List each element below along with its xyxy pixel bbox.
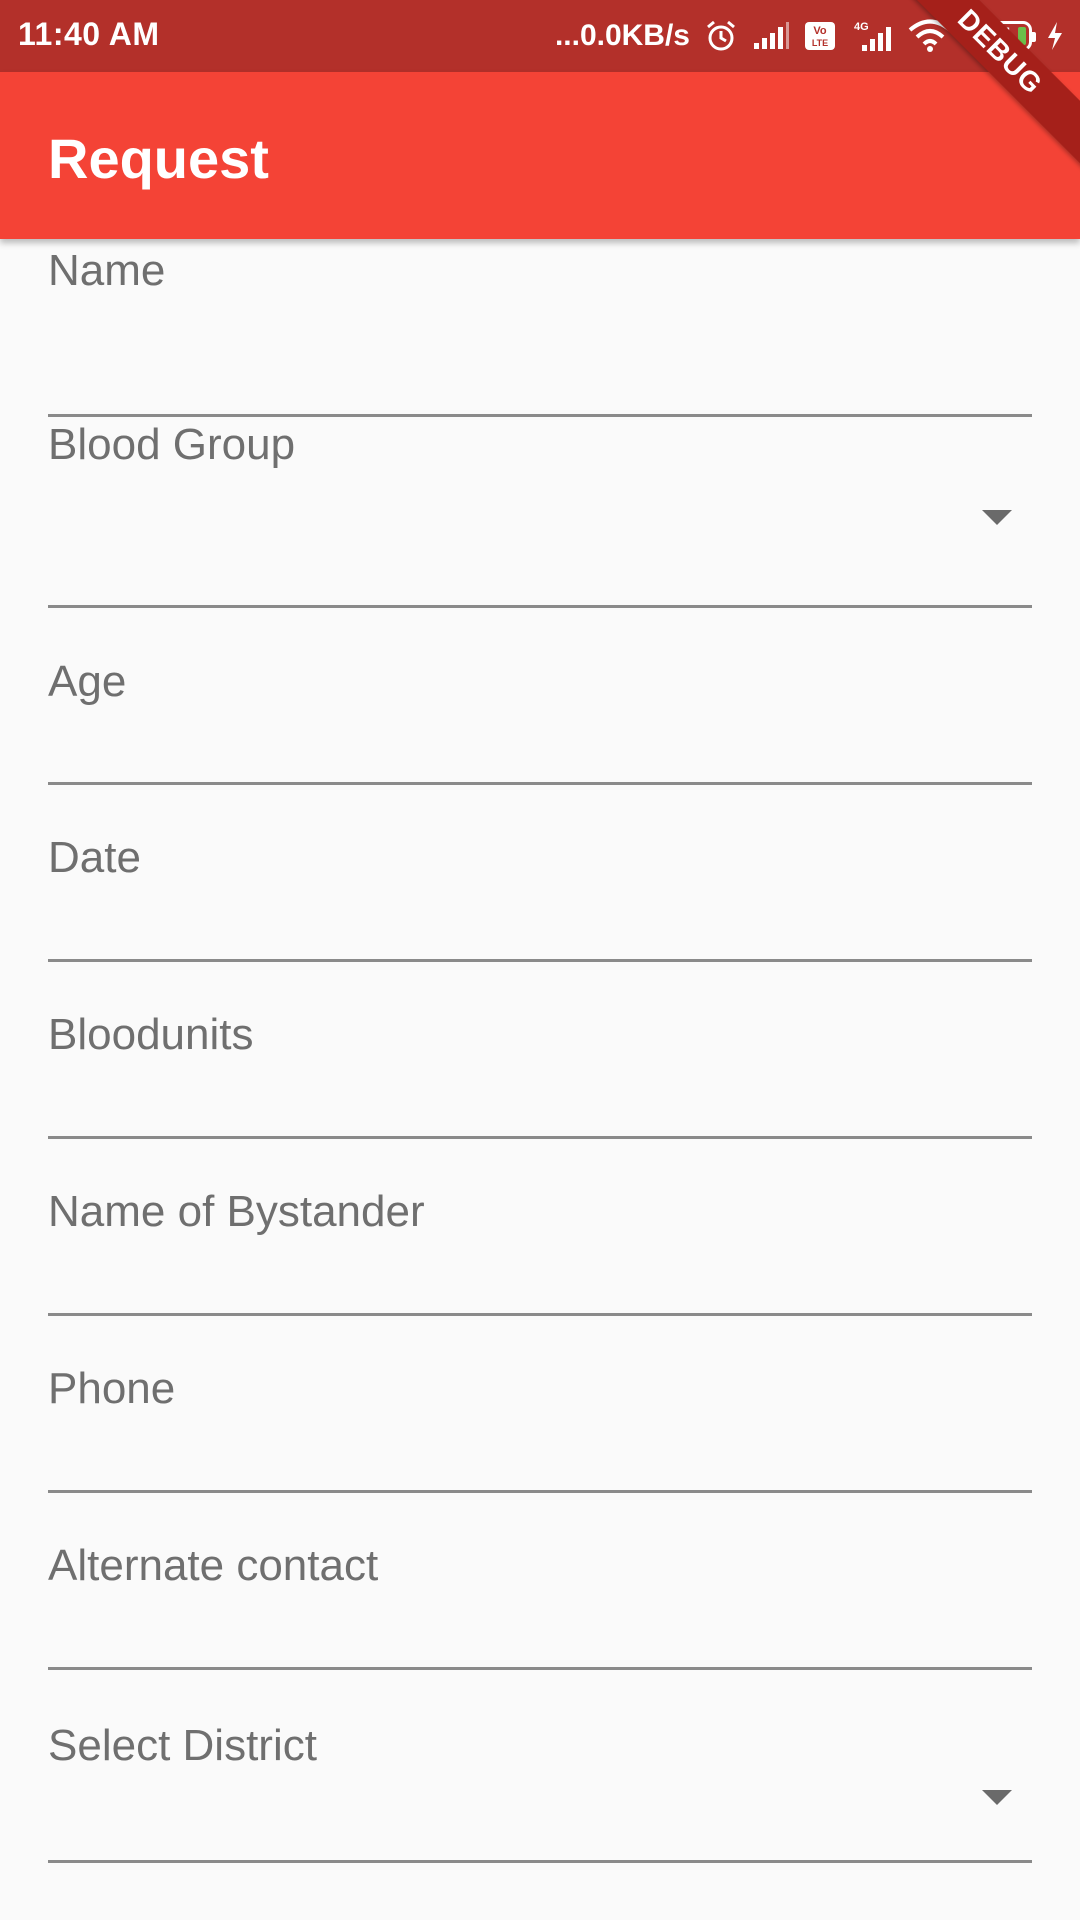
date-field[interactable]: Date xyxy=(48,785,1032,962)
name-label: Name xyxy=(48,246,166,295)
age-field[interactable]: Age xyxy=(48,608,1032,785)
bystander-name-label: Name of Bystander xyxy=(48,1187,425,1236)
date-label: Date xyxy=(48,833,141,882)
name-field[interactable]: Name xyxy=(48,239,1032,417)
alarm-icon xyxy=(704,19,738,53)
blood-group-dropdown[interactable]: Blood Group xyxy=(48,417,1032,608)
status-time: 11:40 AM xyxy=(18,16,160,52)
chevron-down-icon xyxy=(982,510,1012,525)
bystander-name-field[interactable]: Name of Bystander xyxy=(48,1139,1032,1316)
district-dropdown[interactable]: Select District xyxy=(48,1670,1032,1863)
bloodunits-label: Bloodunits xyxy=(48,1010,254,1059)
chevron-down-icon xyxy=(982,1790,1012,1805)
district-label: Select District xyxy=(48,1721,317,1770)
charging-icon xyxy=(1046,21,1064,51)
app-bar: Request xyxy=(0,72,1080,239)
alternate-contact-field[interactable]: Alternate contact xyxy=(48,1493,1032,1670)
phone-field[interactable]: Phone xyxy=(48,1316,1032,1493)
page-title: Request xyxy=(48,127,269,190)
signal-4g-icon: 4G xyxy=(850,19,894,53)
status-bar: 11:40 AM ...0.0KB/s Vo LTE 4G xyxy=(0,0,1080,72)
bloodunits-field[interactable]: Bloodunits xyxy=(48,962,1032,1139)
svg-text:Vo: Vo xyxy=(813,25,827,37)
phone-label: Phone xyxy=(48,1364,176,1413)
blood-group-label: Blood Group xyxy=(48,420,296,469)
signal-icon xyxy=(752,21,790,51)
request-form: Name Blood Group Age Date Bloodunits Nam… xyxy=(48,239,1032,1863)
network-speed: ...0.0KB/s xyxy=(554,19,690,52)
svg-text:LTE: LTE xyxy=(812,38,828,48)
volte-icon: Vo LTE xyxy=(804,21,836,51)
svg-text:4G: 4G xyxy=(854,21,869,33)
alternate-contact-label: Alternate contact xyxy=(48,1541,379,1590)
age-label: Age xyxy=(48,657,127,706)
